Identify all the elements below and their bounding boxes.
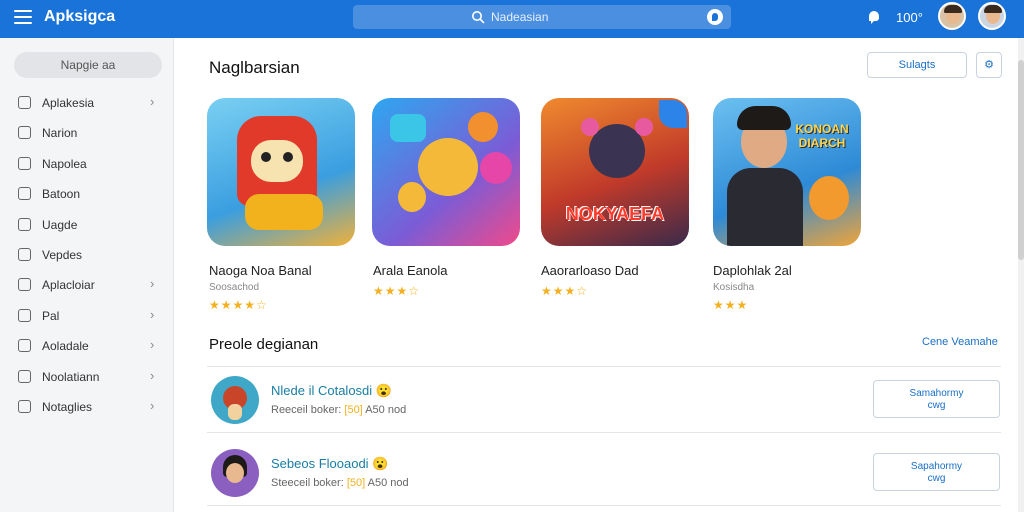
search-bar[interactable] — [353, 5, 731, 29]
list-item-meta-2: Steeceil boker: [50] A50 nod — [271, 477, 409, 489]
top-bar: Apksigca 100° — [0, 0, 1024, 38]
sidebar-item-label: Napolea — [42, 156, 87, 171]
sidebar-item-label: Uagde — [42, 217, 78, 232]
sidebar-item[interactable]: Aplacloiar › — [0, 272, 174, 298]
profile-avatar[interactable] — [978, 2, 1006, 30]
sidebar-item[interactable]: Aoladale › — [0, 333, 174, 359]
divider — [207, 366, 1001, 367]
sidebar-item[interactable]: Aplakesia › — [0, 90, 174, 116]
chevron-right-icon: › — [150, 276, 155, 292]
meta-label: Reeceil boker: — [271, 404, 342, 416]
avatar[interactable] — [938, 2, 966, 30]
rating-stars-4: ★★★ — [713, 298, 749, 312]
sidebar-item[interactable]: Noolatiann › — [0, 364, 174, 390]
app-name-2: Arala Eanola — [373, 263, 448, 278]
tile-4-title: KONOAN DIARCH — [795, 122, 849, 150]
divider — [207, 505, 1001, 506]
list-item-avatar-1 — [211, 376, 259, 424]
search-icon — [472, 11, 485, 24]
app-sub-1: Soosachod — [209, 282, 260, 293]
list-item-title-1[interactable]: Nlede il Cotalosdi 😮 — [271, 383, 392, 399]
smiley-icon — [18, 156, 31, 170]
chevron-right-icon: › — [150, 94, 155, 109]
app-name-1: Naoga Noa Banal — [209, 263, 312, 278]
apps-icon — [18, 96, 31, 109]
app-tile-3[interactable]: NOKYAEFA — [541, 98, 689, 246]
tile-3-title: NOKYAEFA — [565, 204, 665, 224]
meta-badge: [50] — [344, 404, 363, 416]
voice-search-icon[interactable] — [707, 9, 723, 25]
list-item-avatar-2 — [211, 449, 259, 497]
header-count: 100° — [896, 10, 923, 25]
sidebar-item[interactable]: Notaglies › — [0, 394, 174, 420]
popular-title: Preole degianan — [209, 336, 319, 353]
chart-icon — [18, 308, 31, 322]
app-sub-4: Kosisdha — [713, 282, 755, 293]
card-icon — [18, 369, 31, 383]
puzzle-icon — [18, 278, 31, 292]
sidebar-item[interactable]: Batoon — [0, 181, 174, 207]
list-item-title-2[interactable]: Sebeos Flooaodi 😮 — [271, 456, 388, 472]
meta-label: Steeceil boker: — [271, 477, 344, 489]
list-item-action-button[interactable]: Samahormy cwg — [873, 380, 1000, 418]
sidebar-item-label: Notaglies — [42, 400, 93, 414]
meta-value: A50 nod — [365, 404, 407, 416]
app-tile-2[interactable] — [372, 98, 520, 246]
more-options-button[interactable]: ⚙ — [976, 52, 1002, 78]
user-icon — [18, 400, 31, 413]
sidebar-item-label: Batoon — [42, 187, 81, 202]
divider — [207, 432, 1001, 433]
sidebar-item-label: Aplakesia — [42, 96, 95, 110]
sidebar-item[interactable]: Napolea — [0, 151, 174, 177]
app-name-4: Daplohlak 2al — [713, 263, 792, 278]
sidebar-item-label: Aplacloiar — [42, 278, 95, 293]
scrollbar-thumb[interactable] — [1018, 60, 1024, 260]
search-input[interactable] — [491, 5, 691, 29]
sidebar-item[interactable]: Narion — [0, 120, 174, 146]
pin-icon — [18, 339, 31, 353]
app-tile-4[interactable]: KONOAN DIARCH — [713, 98, 861, 246]
sidebar-item[interactable]: Vepdes — [0, 242, 174, 268]
rating-stars-2: ★★★☆ — [373, 284, 421, 298]
sidebar-item-label: Vepdes — [42, 248, 83, 262]
sidebar-item[interactable]: Uagde — [0, 212, 174, 238]
sidebar-item-label: Aoladale — [42, 339, 89, 354]
sidebar-item-label: Noolatiann — [42, 369, 100, 384]
rating-stars-1: ★★★★☆ — [209, 298, 268, 312]
app-name-3: Aaorarloaso Dad — [541, 263, 639, 278]
chat-icon — [18, 126, 31, 140]
sidebar-item-label: Narion — [42, 126, 78, 141]
meta-badge: [50] — [346, 477, 366, 489]
featured-title: Naglbarsian — [209, 58, 300, 77]
list-item-meta-1: Reeceil boker: [50] A50 nod — [271, 404, 406, 416]
drop-icon — [18, 248, 31, 261]
sidebar-item-label: Pal — [42, 308, 60, 323]
app-tile-1[interactable] — [207, 98, 355, 246]
notification-icon[interactable] — [866, 10, 882, 26]
app-title: Apksigca — [44, 8, 116, 25]
see-all-link[interactable]: Cene Veamahe — [922, 336, 998, 348]
list-item-action-button[interactable]: Sapahormy cwg — [873, 453, 1000, 491]
chevron-right-icon: › — [150, 337, 155, 353]
chevron-right-icon: › — [150, 367, 155, 383]
clipboard-icon — [18, 217, 31, 231]
sidebar-primary-button[interactable]: Napgie aa — [14, 52, 162, 78]
chevron-right-icon: › — [150, 398, 155, 413]
sidebar: Napgie aa Aplakesia › Narion Napolea Batoon U… — [0, 38, 174, 512]
sidebar-item[interactable]: Pal › — [0, 303, 174, 329]
book-icon — [18, 187, 31, 201]
menu-icon[interactable] — [14, 10, 32, 24]
featured-filter-button[interactable]: Sulagts — [867, 52, 967, 78]
rating-stars-3: ★★★☆ — [541, 284, 589, 298]
chevron-right-icon: › — [150, 306, 155, 322]
meta-value: A50 nod — [367, 477, 409, 489]
